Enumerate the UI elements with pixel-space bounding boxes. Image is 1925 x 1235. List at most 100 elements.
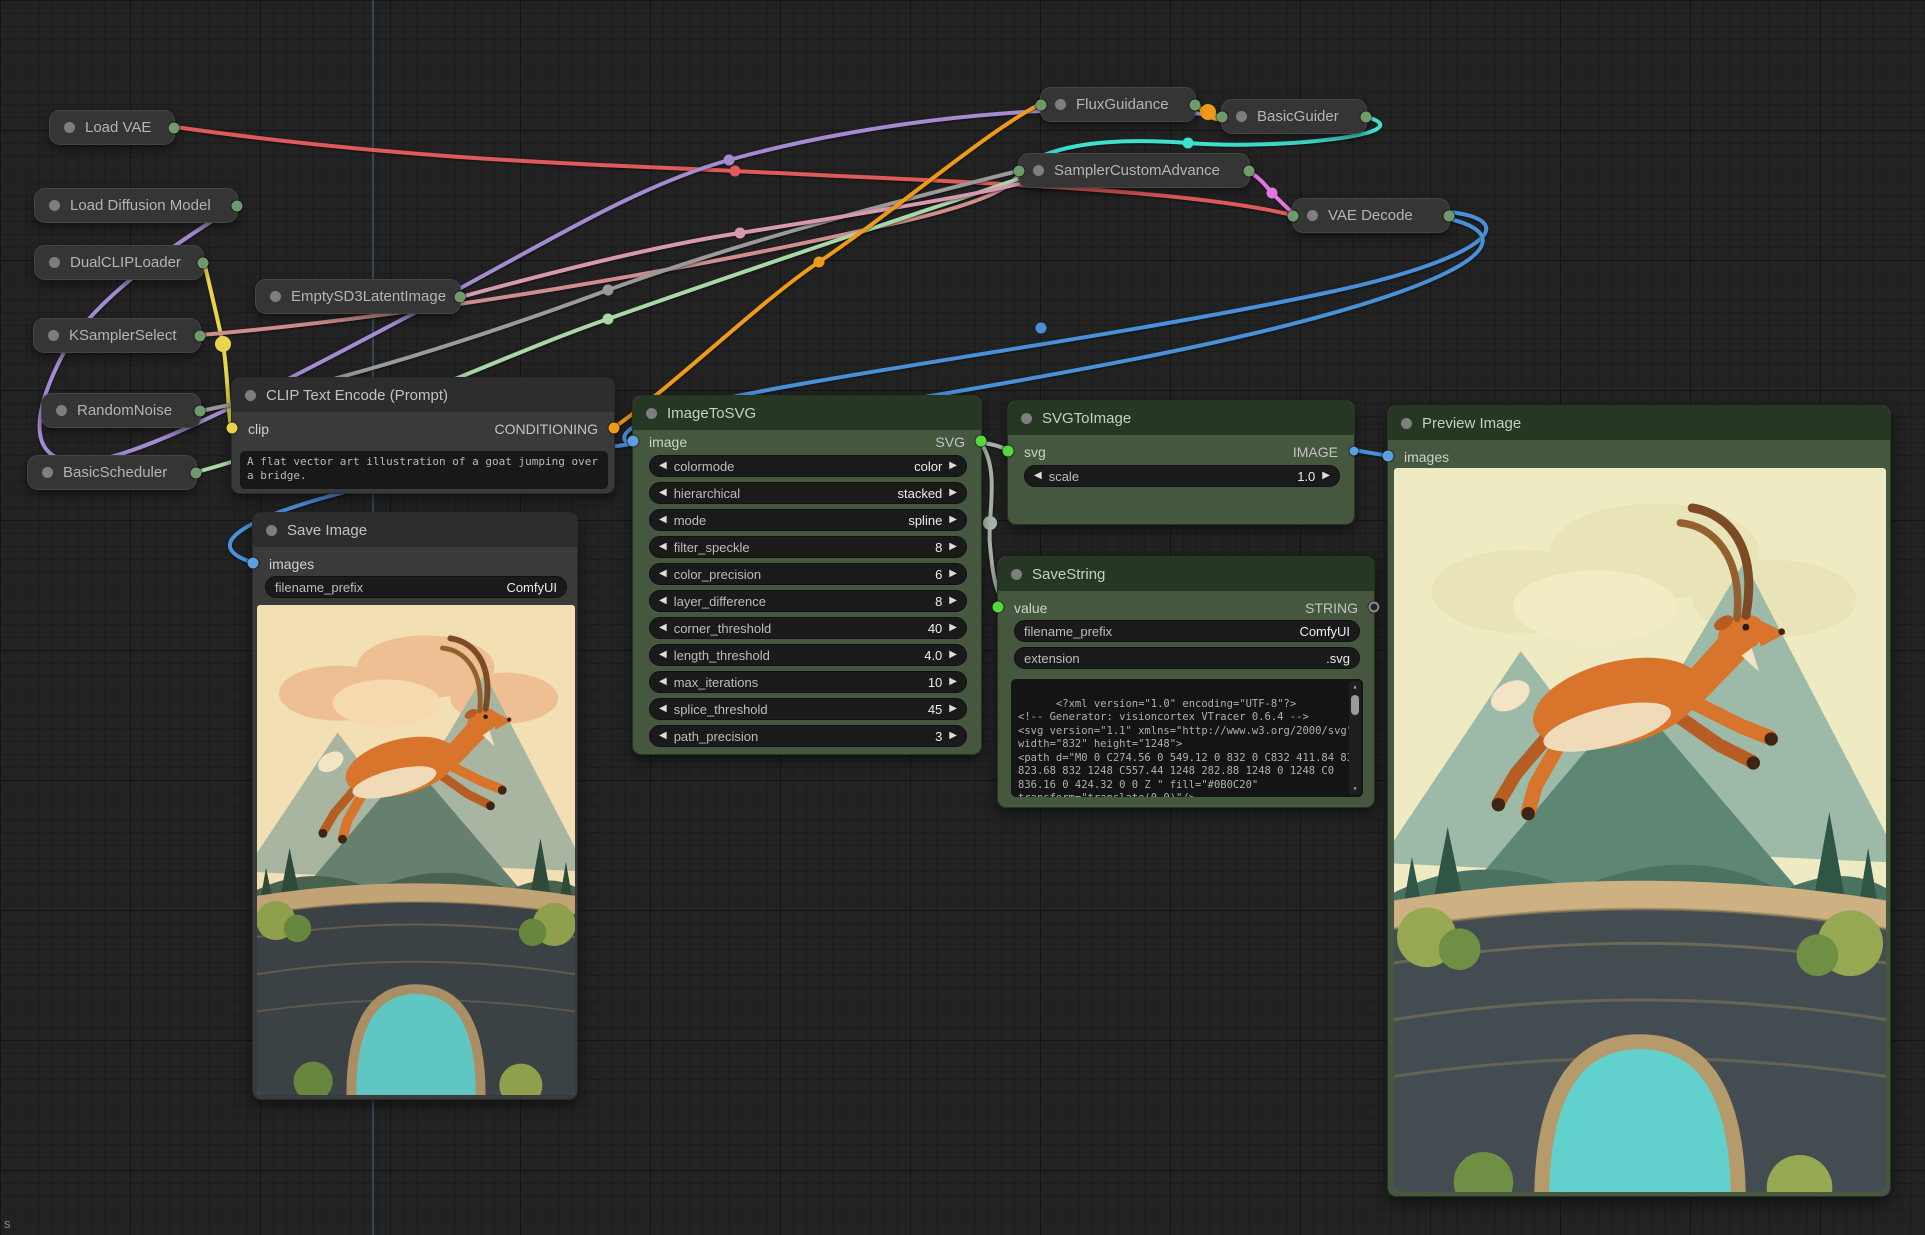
length-threshold-widget[interactable]: ◀length_threshold4.0▶: [649, 644, 967, 666]
output-port-svg[interactable]: [976, 436, 987, 447]
output-port-string[interactable]: [1369, 602, 1380, 613]
extension-widget[interactable]: extension .svg: [1014, 647, 1360, 669]
node-title-bar[interactable]: ImageToSVG: [633, 396, 981, 430]
node-graph-canvas[interactable]: Load VAE Load Diffusion Model DualCLIPLo…: [0, 0, 1925, 1235]
hierarchical-widget[interactable]: ◀hierarchicalstacked▶: [649, 482, 967, 504]
scrollbar[interactable]: ▴ ▾: [1349, 681, 1361, 795]
decrement-arrow[interactable]: ◀: [659, 515, 667, 525]
node-basicguider[interactable]: BasicGuider: [1221, 99, 1367, 134]
output-port-image[interactable]: [1350, 447, 1359, 456]
output-port-guider[interactable]: [1361, 111, 1372, 122]
node-load-vae[interactable]: Load VAE: [49, 110, 175, 145]
path-precision-widget[interactable]: ◀path_precision3▶: [649, 725, 967, 747]
scroll-down-icon[interactable]: ▾: [1349, 784, 1361, 794]
input-port-images[interactable]: [248, 558, 259, 569]
output-port-clip[interactable]: [198, 257, 209, 268]
decrement-arrow[interactable]: ◀: [1034, 471, 1042, 481]
scale-widget[interactable]: ◀scale1.0▶: [1024, 465, 1340, 487]
output-port-model[interactable]: [232, 200, 243, 211]
decrement-arrow[interactable]: ◀: [659, 542, 667, 552]
output-port-sampler[interactable]: [195, 330, 206, 341]
decrement-arrow[interactable]: ◀: [659, 650, 667, 660]
decrement-arrow[interactable]: ◀: [659, 596, 667, 606]
increment-arrow[interactable]: ▶: [949, 488, 957, 498]
increment-arrow[interactable]: ▶: [949, 461, 957, 471]
input-port-guider[interactable]: [1014, 165, 1025, 176]
node-samplercustomadvance[interactable]: SamplerCustomAdvance: [1018, 153, 1250, 188]
mode-widget[interactable]: ◀modespline▶: [649, 509, 967, 531]
output-port-samples[interactable]: [1244, 165, 1255, 176]
scrollbar-thumb[interactable]: [1351, 695, 1359, 715]
node-preview-image[interactable]: Preview Image images: [1387, 405, 1891, 1197]
collapse-dot[interactable]: [1055, 99, 1066, 110]
node-dualcliploader[interactable]: DualCLIPLoader: [34, 245, 204, 280]
decrement-arrow[interactable]: ◀: [659, 677, 667, 687]
filter-speckle-widget[interactable]: ◀filter_speckle8▶: [649, 536, 967, 558]
collapse-dot[interactable]: [266, 525, 277, 536]
input-port-model[interactable]: [1217, 111, 1228, 122]
node-basicscheduler[interactable]: BasicScheduler: [27, 455, 197, 490]
decrement-arrow[interactable]: ◀: [659, 731, 667, 741]
node-clip-text-encode[interactable]: CLIP Text Encode (Prompt) clip CONDITION…: [231, 377, 615, 494]
max-iterations-widget[interactable]: ◀max_iterations10▶: [649, 671, 967, 693]
collapse-dot[interactable]: [1021, 413, 1032, 424]
collapse-dot[interactable]: [56, 405, 67, 416]
node-vae-decode[interactable]: VAE Decode: [1292, 198, 1450, 233]
increment-arrow[interactable]: ▶: [1322, 471, 1330, 481]
decrement-arrow[interactable]: ◀: [659, 569, 667, 579]
prompt-text-input[interactable]: A flat vector art illustration of a goat…: [240, 451, 608, 489]
input-port-images[interactable]: [1383, 451, 1394, 462]
input-port-value[interactable]: [993, 602, 1004, 613]
collapse-dot[interactable]: [48, 330, 59, 341]
node-savestring[interactable]: SaveString value STRING filename_prefix …: [997, 556, 1375, 808]
increment-arrow[interactable]: ▶: [949, 569, 957, 579]
svg-code-textarea[interactable]: <?xml version="1.0" encoding="UTF-8"?> <…: [1011, 679, 1363, 797]
input-port-samples[interactable]: [1288, 210, 1299, 221]
node-emptysd3latentimage[interactable]: EmptySD3LatentImage: [255, 279, 461, 314]
output-port-vae[interactable]: [169, 122, 180, 133]
filename-prefix-widget[interactable]: filename_prefix ComfyUI: [1014, 620, 1360, 642]
corner-threshold-widget[interactable]: ◀corner_threshold40▶: [649, 617, 967, 639]
decrement-arrow[interactable]: ◀: [659, 704, 667, 714]
increment-arrow[interactable]: ▶: [949, 731, 957, 741]
colormode-widget[interactable]: ◀colormodecolor▶: [649, 455, 967, 477]
node-imagetosvg[interactable]: ImageToSVG image SVG ◀colormodecolor▶ ◀h…: [632, 395, 982, 755]
collapse-dot[interactable]: [1401, 418, 1412, 429]
input-port-svg[interactable]: [1003, 446, 1014, 457]
increment-arrow[interactable]: ▶: [949, 677, 957, 687]
output-port-latent[interactable]: [455, 291, 466, 302]
output-port-sigmas[interactable]: [191, 467, 202, 478]
node-title-bar[interactable]: SaveString: [998, 557, 1374, 591]
increment-arrow[interactable]: ▶: [949, 596, 957, 606]
node-fluxguidance[interactable]: FluxGuidance: [1040, 87, 1196, 122]
node-title-bar[interactable]: CLIP Text Encode (Prompt): [232, 378, 614, 412]
output-port-image[interactable]: [1444, 210, 1455, 221]
splice-threshold-widget[interactable]: ◀splice_threshold45▶: [649, 698, 967, 720]
output-port-noise[interactable]: [195, 405, 206, 416]
collapse-dot[interactable]: [64, 122, 75, 133]
layer-difference-widget[interactable]: ◀layer_difference8▶: [649, 590, 967, 612]
output-port-conditioning[interactable]: [1190, 99, 1201, 110]
collapse-dot[interactable]: [1307, 210, 1318, 221]
increment-arrow[interactable]: ▶: [949, 515, 957, 525]
node-randomnoise[interactable]: RandomNoise: [41, 393, 201, 428]
node-load-diffusion-model[interactable]: Load Diffusion Model: [34, 188, 238, 223]
filename-prefix-widget[interactable]: filename_prefix ComfyUI: [265, 576, 567, 598]
node-title-bar[interactable]: Save Image: [253, 513, 577, 547]
scroll-up-icon[interactable]: ▴: [1349, 682, 1361, 692]
node-save-image[interactable]: Save Image images filename_prefix ComfyU…: [252, 512, 578, 1100]
collapse-dot[interactable]: [1236, 111, 1247, 122]
color-precision-widget[interactable]: ◀color_precision6▶: [649, 563, 967, 585]
collapse-dot[interactable]: [49, 200, 60, 211]
increment-arrow[interactable]: ▶: [949, 623, 957, 633]
decrement-arrow[interactable]: ◀: [659, 488, 667, 498]
output-port-conditioning[interactable]: [609, 423, 620, 434]
input-port-clip[interactable]: [227, 423, 238, 434]
increment-arrow[interactable]: ▶: [949, 704, 957, 714]
collapse-dot[interactable]: [1033, 165, 1044, 176]
collapse-dot[interactable]: [1011, 569, 1022, 580]
input-port-image[interactable]: [628, 436, 639, 447]
decrement-arrow[interactable]: ◀: [659, 623, 667, 633]
collapse-dot[interactable]: [49, 257, 60, 268]
node-title-bar[interactable]: Preview Image: [1388, 406, 1890, 440]
